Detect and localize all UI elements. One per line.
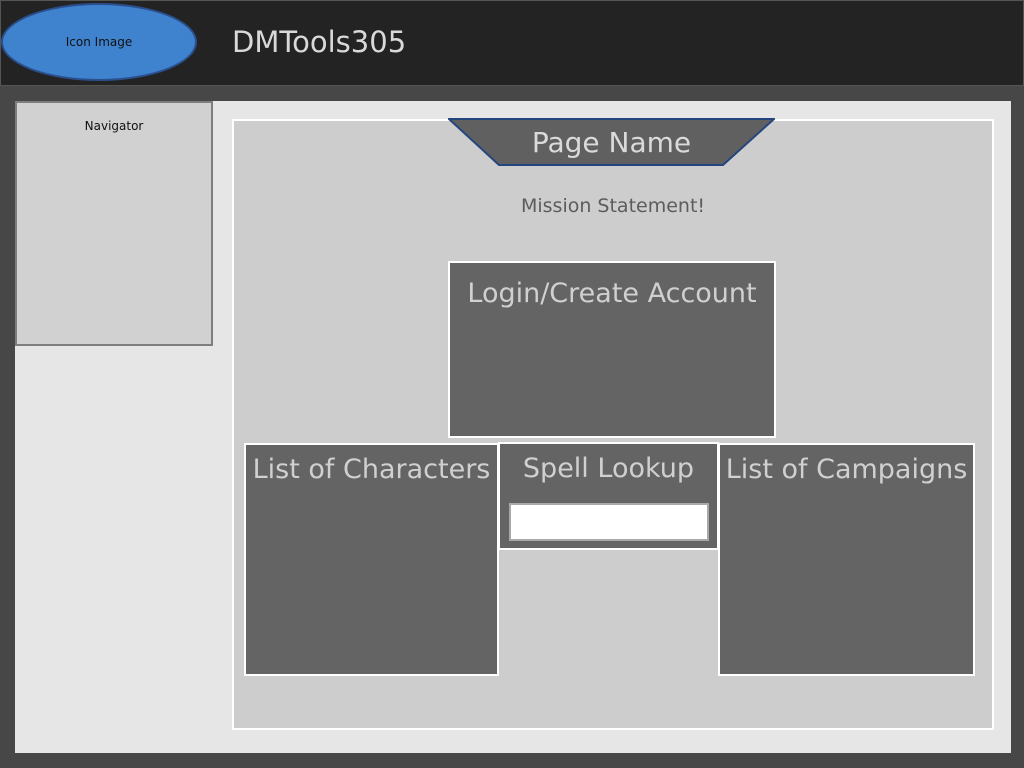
spell-lookup-label: Spell Lookup	[522, 453, 695, 484]
page-name-tab: Page Name	[448, 118, 775, 166]
login-create-account-tile[interactable]: Login/Create Account	[448, 261, 776, 438]
login-tile-label: Login/Create Account	[467, 278, 757, 309]
navigator-panel[interactable]: Navigator	[15, 101, 213, 346]
spell-search-input[interactable]	[509, 503, 709, 541]
list-of-characters-tile[interactable]: List of Characters	[244, 443, 499, 676]
mission-statement: Mission Statement!	[520, 195, 706, 217]
app-window: Icon Image DMTools305 Navigator Page Nam…	[0, 0, 1024, 768]
characters-tile-label: List of Characters	[252, 454, 491, 485]
list-of-campaigns-tile[interactable]: List of Campaigns	[718, 443, 975, 676]
spell-lookup-tile: Spell Lookup	[498, 442, 719, 550]
logo-label: Icon Image	[65, 35, 133, 49]
app-header: Icon Image DMTools305	[0, 0, 1024, 86]
campaigns-tile-label: List of Campaigns	[725, 454, 968, 485]
logo-icon[interactable]: Icon Image	[1, 3, 197, 81]
page-title: Page Name	[531, 126, 692, 159]
app-title: DMTools305	[232, 25, 407, 59]
navigator-label: Navigator	[84, 119, 144, 133]
